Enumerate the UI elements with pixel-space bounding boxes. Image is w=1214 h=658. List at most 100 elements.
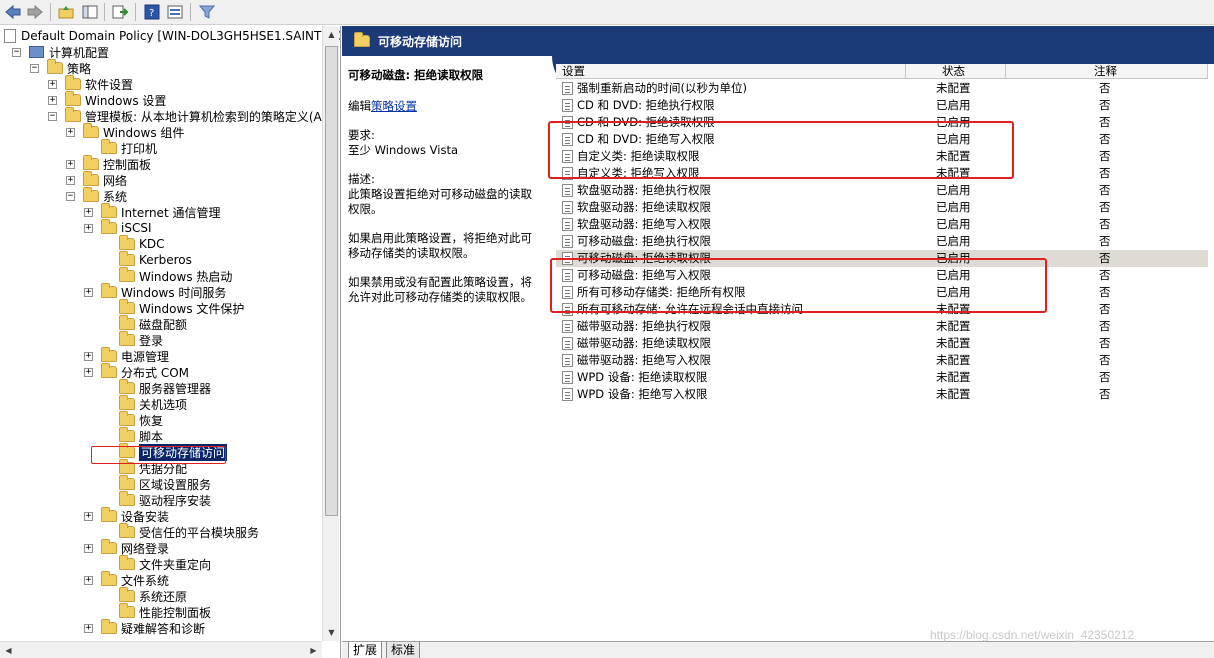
up-folder-icon[interactable] xyxy=(57,3,75,21)
tree-item[interactable]: Windows 文件保护 xyxy=(102,299,244,316)
expand-icon[interactable]: + xyxy=(48,95,57,105)
tree-item[interactable]: + 分布式 COM xyxy=(84,363,189,380)
setting-name: 磁带驱动器: 拒绝写入权限 xyxy=(577,353,712,367)
back-arrow-icon[interactable] xyxy=(4,3,22,21)
expand-icon[interactable]: + xyxy=(84,623,93,633)
tab-extended[interactable]: 扩展 xyxy=(348,642,383,658)
export-list-icon[interactable] xyxy=(111,3,129,21)
expand-icon[interactable]: + xyxy=(66,159,75,169)
scroll-up-arrow-icon[interactable]: ▲ xyxy=(324,27,339,42)
expand-icon[interactable]: + xyxy=(66,175,75,185)
setting-state: 已启用 xyxy=(936,98,971,112)
tree-item[interactable]: 恢复 xyxy=(102,411,163,428)
tree-item[interactable]: − 管理模板: 从本地计算机检索到的策略定义(A xyxy=(48,107,322,124)
collapse-icon[interactable]: − xyxy=(66,191,75,201)
tree-item[interactable]: Windows 热启动 xyxy=(102,267,232,284)
tree-item[interactable]: − 计算机配置 xyxy=(12,44,109,60)
setting-row[interactable]: 磁带驱动器: 拒绝执行权限 未配置 否 xyxy=(556,318,1208,335)
tree-item[interactable]: 驱动程序安装 xyxy=(102,491,211,508)
tree-item[interactable]: 磁盘配额 xyxy=(102,315,187,332)
tree-item[interactable]: 服务器管理器 xyxy=(102,379,211,396)
setting-row[interactable]: WPD 设备: 拒绝读取权限 未配置 否 xyxy=(556,369,1208,386)
expand-icon[interactable]: + xyxy=(84,287,93,297)
expand-icon[interactable]: + xyxy=(84,543,93,553)
setting-name: CD 和 DVD: 拒绝执行权限 xyxy=(577,98,715,112)
column-header-note[interactable]: 注释 xyxy=(1006,64,1208,79)
expand-icon[interactable]: + xyxy=(84,223,93,233)
scroll-left-arrow-icon[interactable]: ◀ xyxy=(1,643,16,658)
tree-item[interactable]: 关机选项 xyxy=(102,395,187,412)
scroll-right-arrow-icon[interactable]: ▶ xyxy=(306,643,321,658)
tree-item[interactable]: + iSCSI xyxy=(84,219,152,236)
tree-item-label: 管理模板: 从本地计算机检索到的策略定义(A xyxy=(85,109,322,124)
tree-item[interactable]: + Windows 时间服务 xyxy=(84,283,226,300)
collapse-icon[interactable]: − xyxy=(30,63,39,73)
edit-policy-link[interactable]: 策略设置 xyxy=(371,99,417,113)
expand-icon[interactable]: + xyxy=(84,351,93,361)
tree-item[interactable]: 区域设置服务 xyxy=(102,475,211,492)
tree-vertical-scrollbar[interactable]: ▲ ▼ xyxy=(322,26,339,641)
folder-icon xyxy=(119,603,135,618)
tree-item[interactable]: + Windows 组件 xyxy=(66,123,184,140)
tree-item[interactable]: 受信任的平台模块服务 xyxy=(102,523,259,540)
folder-icon xyxy=(119,491,135,506)
tree-item[interactable]: Kerberos xyxy=(102,251,192,268)
tree-item[interactable]: + 控制面板 xyxy=(66,155,151,172)
scroll-down-arrow-icon[interactable]: ▼ xyxy=(324,625,339,640)
properties-icon[interactable] xyxy=(166,3,184,21)
tree-item[interactable]: + 疑难解答和诊断 xyxy=(84,619,205,636)
tree-item[interactable]: + 网络登录 xyxy=(84,539,170,556)
tree-item[interactable]: + Windows 设置 xyxy=(48,91,166,108)
setting-row[interactable]: WPD 设备: 拒绝写入权限 未配置 否 xyxy=(556,386,1208,403)
setting-row[interactable]: 软盘驱动器: 拒绝写入权限 已启用 否 xyxy=(556,216,1208,233)
folder-icon xyxy=(119,555,135,570)
tree-item[interactable]: 性能控制面板 xyxy=(102,603,211,620)
tree-item[interactable]: + 电源管理 xyxy=(84,347,169,364)
expand-icon[interactable]: + xyxy=(48,79,57,89)
expand-icon[interactable]: + xyxy=(84,575,93,585)
tree-item[interactable]: 系统还原 xyxy=(102,587,187,604)
setting-row[interactable]: 磁带驱动器: 拒绝读取权限 未配置 否 xyxy=(556,335,1208,352)
setting-row[interactable]: 磁带驱动器: 拒绝写入权限 未配置 否 xyxy=(556,352,1208,369)
setting-note: 否 xyxy=(1099,302,1111,316)
requirements-value: 至少 Windows Vista xyxy=(348,143,459,157)
folder-icon xyxy=(119,475,135,490)
tree-item[interactable]: 打印机 xyxy=(84,139,157,156)
tree-scroll-thumb[interactable] xyxy=(325,46,338,516)
column-header-state[interactable]: 状态 xyxy=(906,64,1006,79)
tree-horizontal-scrollbar[interactable]: ◀ ▶ xyxy=(0,641,322,658)
tree-item[interactable]: 脚本 xyxy=(102,427,163,444)
tab-standard[interactable]: 标准 xyxy=(386,642,421,658)
tree-item[interactable]: + 文件系统 xyxy=(84,571,169,588)
collapse-icon[interactable]: − xyxy=(12,47,21,57)
folder-icon xyxy=(83,155,99,170)
column-header-setting[interactable]: 设置 xyxy=(556,64,906,79)
tree-item[interactable]: 登录 xyxy=(102,331,163,348)
show-hide-tree-icon[interactable] xyxy=(81,3,99,21)
collapse-icon[interactable]: − xyxy=(48,111,57,121)
tree-root[interactable]: Default Domain Policy [WIN-DOL3GH5HSE1.S… xyxy=(4,28,340,44)
tree-item-label: 网络登录 xyxy=(121,541,170,556)
tree-item[interactable]: KDC xyxy=(102,235,165,252)
setting-row[interactable]: 软盘驱动器: 拒绝执行权限 已启用 否 xyxy=(556,182,1208,199)
tree-item[interactable]: + 网络 xyxy=(66,171,127,188)
tree-item[interactable]: + 软件设置 xyxy=(48,75,133,92)
setting-row[interactable]: 强制重新启动的时间(以秒为单位) 未配置 否 xyxy=(556,80,1208,97)
help-icon[interactable]: ? xyxy=(143,3,161,21)
tree-item[interactable]: 文件夹重定向 xyxy=(102,555,211,572)
setting-row[interactable]: CD 和 DVD: 拒绝执行权限 已启用 否 xyxy=(556,97,1208,114)
tree-item[interactable]: − 策略 xyxy=(30,59,91,76)
setting-row[interactable]: 可移动磁盘: 拒绝执行权限 已启用 否 xyxy=(556,233,1208,250)
tree-item[interactable]: + 设备安装 xyxy=(84,507,169,524)
setting-note: 否 xyxy=(1099,98,1111,112)
tree-item[interactable]: + Internet 通信管理 xyxy=(84,203,220,220)
filter-icon[interactable] xyxy=(198,3,216,21)
highlight-box-cd-dvd xyxy=(548,121,1014,179)
expand-icon[interactable]: + xyxy=(84,367,93,377)
tree-item[interactable]: − 系统 xyxy=(66,187,127,204)
expand-icon[interactable]: + xyxy=(84,207,93,217)
expand-icon[interactable]: + xyxy=(66,127,75,137)
setting-row[interactable]: 软盘驱动器: 拒绝读取权限 已启用 否 xyxy=(556,199,1208,216)
forward-arrow-icon[interactable] xyxy=(26,3,44,21)
expand-icon[interactable]: + xyxy=(84,511,93,521)
